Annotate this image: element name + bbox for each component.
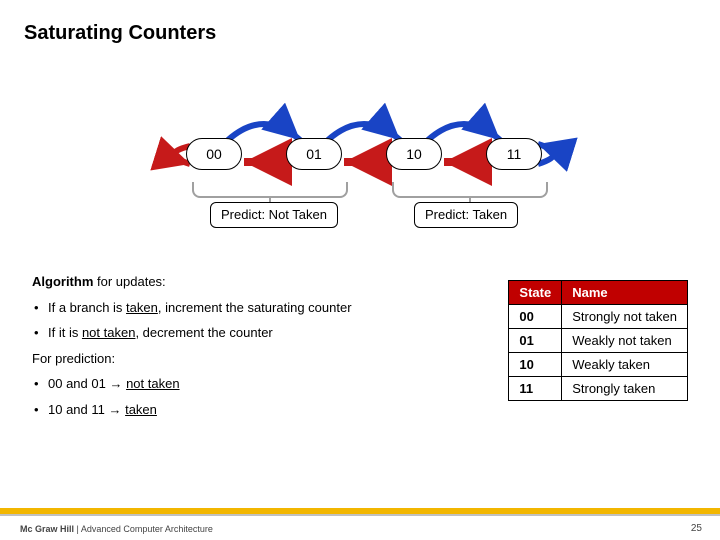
table-header-row: State Name xyxy=(509,281,688,305)
b1b: , increment the saturating counter xyxy=(158,300,352,315)
cell-name: Weakly taken xyxy=(562,353,688,377)
b2a: If it is xyxy=(48,325,82,340)
cell-state: 11 xyxy=(509,377,562,401)
b2b: , decrement the counter xyxy=(135,325,272,340)
bullet-predict-not-taken: 00 and 01 → not taken xyxy=(32,374,392,394)
state-name-table: State Name 00 Strongly not taken 01 Weak… xyxy=(508,280,688,401)
state-arrows xyxy=(0,90,720,250)
bracket-not-taken xyxy=(192,182,348,198)
table-row: 10 Weakly taken xyxy=(509,353,688,377)
bullet-not-taken-decrement: If it is not taken, decrement the counte… xyxy=(32,323,392,343)
algorithm-text: Algorithm for updates: If a branch is ta… xyxy=(32,272,392,425)
b2u: not taken xyxy=(82,325,136,340)
state-diagram: 00 01 10 11 Predict: Not Taken Predict: … xyxy=(0,90,720,250)
slide-title: Saturating Counters xyxy=(24,22,216,45)
b1a: If a branch is xyxy=(48,300,126,315)
publisher: Mc Graw Hill xyxy=(20,524,74,534)
b1u: taken xyxy=(126,300,158,315)
table-row: 01 Weakly not taken xyxy=(509,329,688,353)
predict-not-taken-label: Predict: Not Taken xyxy=(210,202,338,228)
predict-taken-label: Predict: Taken xyxy=(414,202,518,228)
state-10: 10 xyxy=(386,138,442,170)
bullet-predict-taken: 10 and 11 → taken xyxy=(32,400,392,420)
footer-text: Mc Graw Hill | Advanced Computer Archite… xyxy=(20,524,213,534)
cell-state: 00 xyxy=(509,305,562,329)
table-row: 00 Strongly not taken xyxy=(509,305,688,329)
cell-name: Weakly not taken xyxy=(562,329,688,353)
footer-accent-bar xyxy=(0,508,720,514)
page-number: 25 xyxy=(691,523,702,534)
table-row: 11 Strongly taken xyxy=(509,377,688,401)
cell-name: Strongly taken xyxy=(562,377,688,401)
prediction-heading: For prediction: xyxy=(32,349,392,369)
cell-state: 10 xyxy=(509,353,562,377)
cell-name: Strongly not taken xyxy=(562,305,688,329)
updates-rest: for updates: xyxy=(93,274,165,289)
book-title: Advanced Computer Architecture xyxy=(81,524,213,534)
state-11: 11 xyxy=(486,138,542,170)
b4a: 10 and 11 → xyxy=(48,402,125,417)
col-state: State xyxy=(509,281,562,305)
state-01: 01 xyxy=(286,138,342,170)
b3a: 00 and 01 → xyxy=(48,376,126,391)
b4u: taken xyxy=(125,402,157,417)
col-name: Name xyxy=(562,281,688,305)
algorithm-word: Algorithm xyxy=(32,274,93,289)
state-00: 00 xyxy=(186,138,242,170)
footer-sep: | xyxy=(74,524,81,534)
bracket-taken xyxy=(392,182,548,198)
b3u: not taken xyxy=(126,376,180,391)
bullet-taken-increment: If a branch is taken, increment the satu… xyxy=(32,298,392,318)
updates-heading: Algorithm for updates: xyxy=(32,272,392,292)
cell-state: 01 xyxy=(509,329,562,353)
